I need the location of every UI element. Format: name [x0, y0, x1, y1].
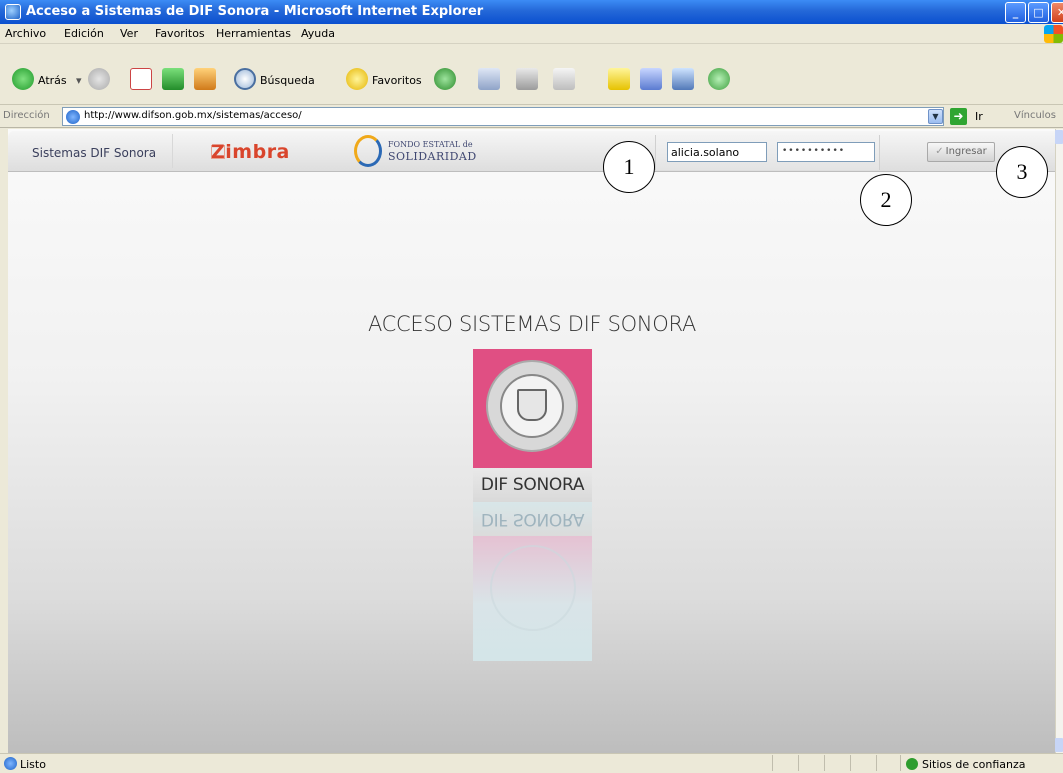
back-button-label[interactable]: Atrás	[38, 74, 67, 87]
nav-sistemas-link[interactable]: Sistemas DIF Sonora	[32, 146, 156, 160]
status-divider	[850, 755, 851, 771]
go-button-label[interactable]: Ir	[975, 110, 983, 123]
address-dropdown-icon[interactable]: ▼	[928, 109, 943, 124]
status-divider	[876, 755, 877, 771]
status-divider	[772, 755, 773, 771]
print-icon[interactable]	[516, 68, 538, 90]
window-title: Acceso a Sistemas de DIF Sonora - Micros…	[26, 4, 484, 19]
dif-sonora-reflection: DIF SONORA	[473, 502, 592, 536]
title-bar: Acceso a Sistemas de DIF Sonora - Micros…	[0, 0, 1063, 24]
favorites-star-icon[interactable]	[346, 68, 368, 90]
browser-window: Acceso a Sistemas de DIF Sonora - Micros…	[0, 0, 1063, 773]
windows-logo-icon	[1044, 25, 1063, 43]
address-label: Dirección	[3, 110, 50, 121]
refresh-icon[interactable]	[162, 68, 184, 90]
close-button[interactable]: ✕	[1051, 2, 1063, 23]
home-icon[interactable]	[194, 68, 216, 90]
state-shield-icon	[517, 389, 547, 421]
menu-bar: Archivo Edición Ver Favoritos Herramient…	[0, 24, 1063, 44]
back-arrow-icon[interactable]	[12, 68, 34, 90]
zimbra-link[interactable]: Zimbra	[211, 141, 290, 163]
vertical-scrollbar[interactable]	[1055, 129, 1063, 753]
status-bar	[0, 753, 1063, 773]
maximize-button[interactable]: □	[1028, 2, 1049, 23]
menu-ver[interactable]: Ver	[120, 27, 138, 40]
stop-icon[interactable]	[130, 68, 152, 90]
dif-sonora-label[interactable]: DIF SONORA	[473, 468, 592, 502]
check-icon: ✓	[935, 146, 944, 157]
history-icon[interactable]	[434, 68, 456, 90]
page-title: ACCESO SISTEMAS DIF SONORA	[367, 312, 697, 336]
minimize-button[interactable]: _	[1005, 2, 1026, 23]
callout-2: 2	[860, 174, 912, 226]
edit-icon[interactable]	[553, 68, 575, 90]
search-button-label[interactable]: Búsqueda	[260, 74, 315, 87]
callout-3: 3	[996, 146, 1048, 198]
menu-edicion[interactable]: Edición	[64, 27, 104, 40]
contacts-icon[interactable]	[708, 68, 730, 90]
seal-reflection-icon	[490, 545, 576, 631]
status-text: Listo	[20, 758, 46, 771]
status-divider	[824, 755, 825, 771]
fondo-estatal-logo-icon[interactable]	[354, 135, 382, 167]
username-input[interactable]	[667, 142, 767, 162]
research-icon[interactable]	[672, 68, 694, 90]
links-label[interactable]: Vínculos	[1014, 110, 1056, 121]
scroll-up-arrow-icon[interactable]	[1055, 130, 1063, 144]
mail-icon[interactable]	[478, 68, 500, 90]
messenger-tool-icon[interactable]	[640, 68, 662, 90]
note-icon[interactable]	[608, 68, 630, 90]
page-icon	[66, 110, 80, 124]
status-divider	[900, 755, 901, 771]
menu-ayuda[interactable]: Ayuda	[301, 27, 335, 40]
ingresar-label: Ingresar	[945, 146, 987, 157]
back-dropdown-icon[interactable]: ▾	[76, 74, 82, 87]
nav-divider	[172, 134, 173, 168]
menu-herramientas[interactable]: Herramientas	[216, 27, 291, 40]
security-zone-text: Sitios de confianza	[922, 758, 1026, 771]
fondo-estatal-line2[interactable]: SOLIDARIDAD	[388, 150, 477, 163]
go-arrow-icon[interactable]: ➜	[950, 108, 967, 125]
search-icon[interactable]	[234, 68, 256, 90]
password-input[interactable]: ••••••••••	[777, 142, 875, 162]
status-page-icon	[4, 757, 17, 770]
fondo-estatal-line1[interactable]: FONDO ESTATAL de	[388, 140, 473, 149]
address-url[interactable]: http://www.difson.gob.mx/sistemas/acceso…	[84, 110, 302, 121]
site-top-nav	[8, 131, 1055, 172]
trusted-zone-icon	[906, 758, 918, 770]
page-frame	[0, 129, 8, 753]
callout-1: 1	[603, 141, 655, 193]
status-divider	[798, 755, 799, 771]
scroll-down-arrow-icon[interactable]	[1055, 738, 1063, 752]
ingresar-button[interactable]: ✓ Ingresar	[927, 142, 995, 162]
ie-icon	[5, 4, 21, 20]
forward-arrow-icon[interactable]	[88, 68, 110, 90]
favorites-button-label[interactable]: Favoritos	[372, 74, 422, 87]
menu-favoritos[interactable]: Favoritos	[155, 27, 205, 40]
menu-archivo[interactable]: Archivo	[5, 27, 46, 40]
